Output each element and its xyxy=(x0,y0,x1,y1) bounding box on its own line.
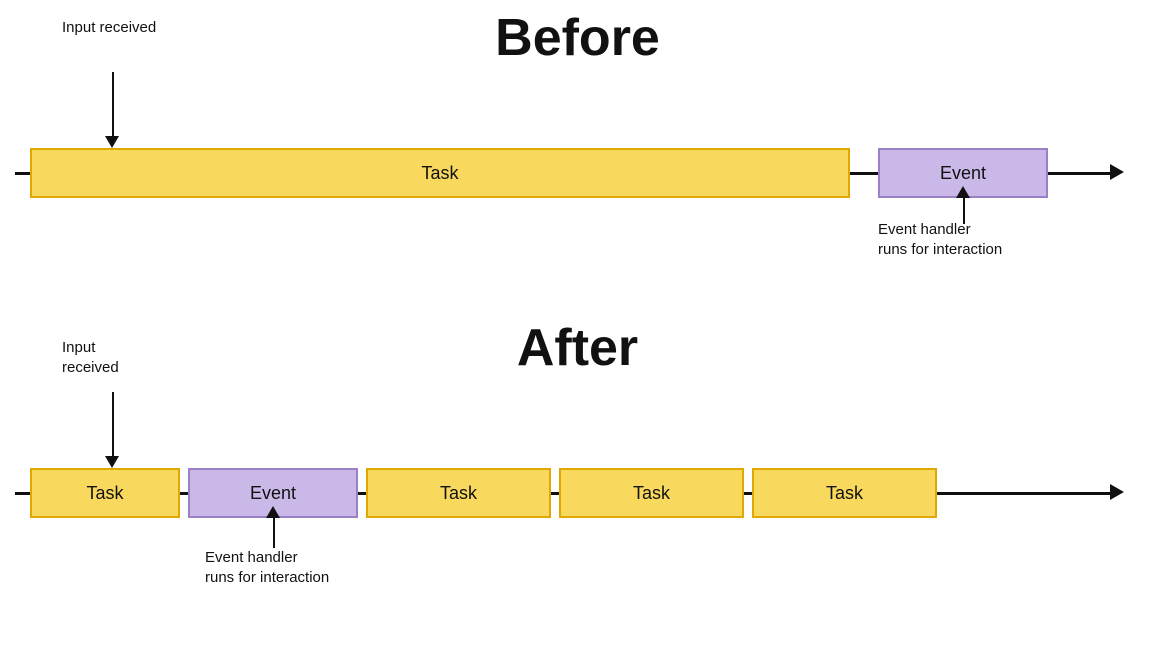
diagram-container: Before Task Event Input received Event h… xyxy=(0,0,1155,647)
before-input-arrow-line xyxy=(112,72,114,136)
after-event-handler-label: Event handlerruns for interaction xyxy=(205,548,329,589)
before-input-label: Input received xyxy=(62,18,156,38)
after-task-box-4: Task xyxy=(752,468,937,518)
after-arrow-right xyxy=(1110,484,1124,500)
after-task-box-2: Task xyxy=(366,468,551,518)
before-arrow-right xyxy=(1110,164,1124,180)
after-task-box-3: Task xyxy=(559,468,744,518)
after-event-handler-arrow-line xyxy=(273,518,275,548)
after-event-handler-arrow-head xyxy=(266,506,280,518)
before-event-handler-arrow-head xyxy=(956,186,970,198)
before-input-arrow-head xyxy=(105,136,119,148)
after-input-label: Inputreceived xyxy=(62,338,119,379)
before-title: Before xyxy=(0,8,1155,68)
after-task-box-1: Task xyxy=(30,468,180,518)
before-task-box: Task xyxy=(30,148,850,198)
after-input-arrow-head xyxy=(105,456,119,468)
before-event-handler-arrow-line xyxy=(963,198,965,224)
before-event-handler-label: Event handlerruns for interaction xyxy=(878,220,1002,261)
after-title: After xyxy=(0,318,1155,378)
after-input-arrow-line xyxy=(112,392,114,456)
